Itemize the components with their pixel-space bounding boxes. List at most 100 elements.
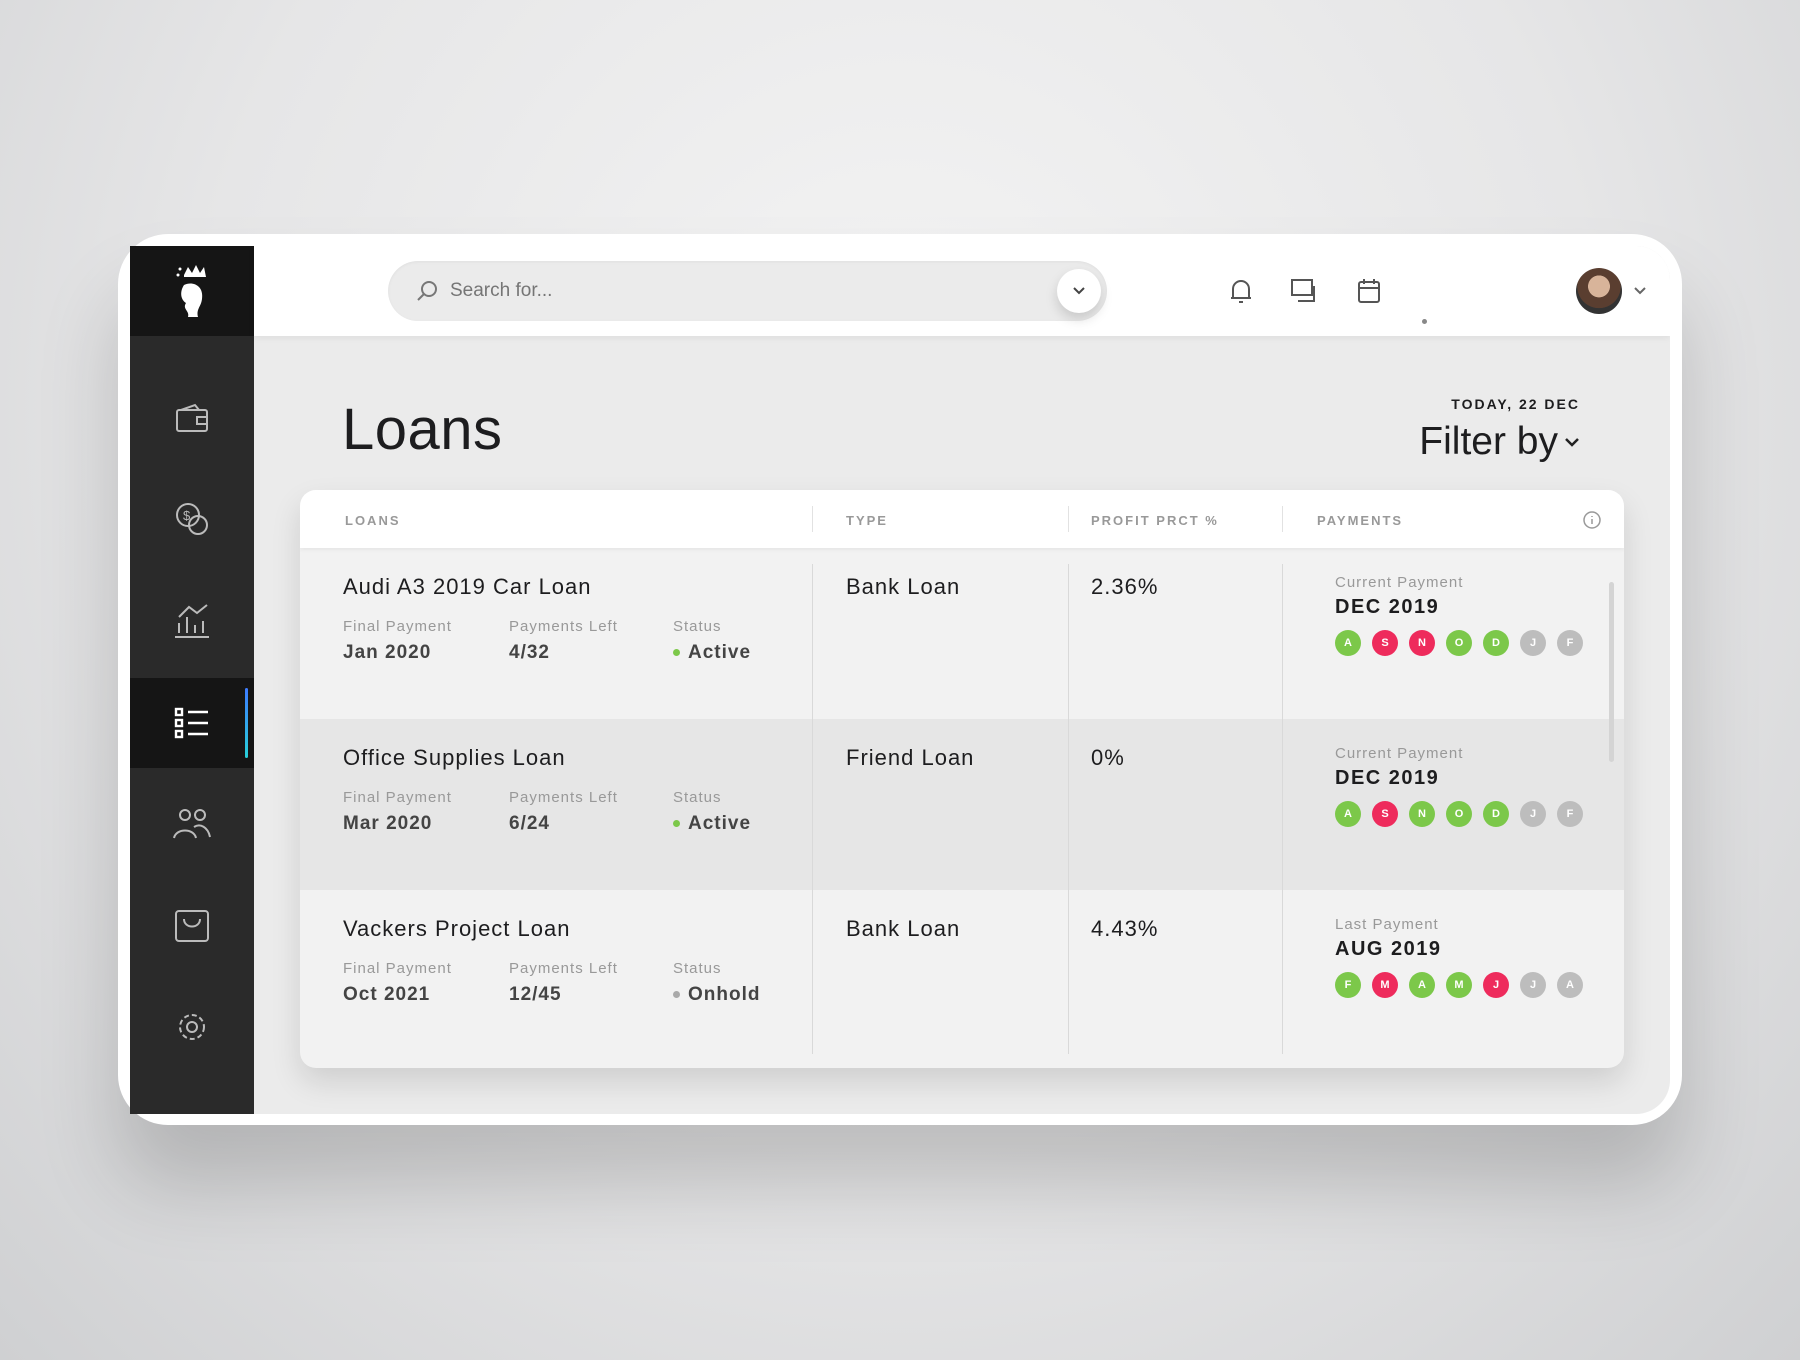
sidebar-item-users[interactable] bbox=[130, 779, 254, 869]
month-badge: N bbox=[1409, 630, 1435, 656]
sidebar-item-shop[interactable] bbox=[130, 881, 254, 971]
table-row[interactable]: Audi A3 2019 Car Loan Final Payment Paym… bbox=[300, 548, 1624, 719]
loans-table: LOANS TYPE PROFIT PRCT % PAYMENTS Audi A… bbox=[300, 490, 1624, 1068]
column-divider bbox=[1068, 564, 1069, 1054]
payments-left-label: Payments Left bbox=[509, 789, 618, 806]
column-divider bbox=[812, 564, 813, 1054]
status-text: Onhold bbox=[688, 984, 761, 1005]
column-header-profit[interactable]: PROFIT PRCT % bbox=[1091, 513, 1219, 528]
sidebar-item-coins[interactable]: $ bbox=[130, 474, 254, 564]
top-bar: + bbox=[254, 246, 1670, 336]
status-dot bbox=[673, 820, 680, 828]
month-badge: J bbox=[1520, 972, 1546, 998]
payments-left-value: 4/32 bbox=[509, 642, 550, 663]
column-header-loans[interactable]: LOANS bbox=[345, 513, 401, 528]
status-dot bbox=[673, 649, 680, 657]
month-badge: D bbox=[1483, 630, 1509, 656]
profit-percent: 0% bbox=[1091, 745, 1125, 770]
month-badge: A bbox=[1335, 801, 1361, 827]
payment-label: Current Payment bbox=[1335, 574, 1464, 591]
loan-type: Friend Loan bbox=[846, 745, 975, 770]
search-dropdown-button[interactable] bbox=[1057, 269, 1101, 313]
month-badge: A bbox=[1409, 972, 1435, 998]
loan-name[interactable]: Audi A3 2019 Car Loan bbox=[343, 574, 592, 600]
month-badge: S bbox=[1372, 630, 1398, 656]
chevron-down-icon[interactable] bbox=[1634, 287, 1646, 295]
month-badge: N bbox=[1409, 801, 1435, 827]
status-dot bbox=[673, 991, 680, 999]
search-icon bbox=[417, 281, 437, 301]
month-badge: F bbox=[1557, 630, 1583, 656]
final-payment-value: Jan 2020 bbox=[343, 642, 432, 663]
month-badge: J bbox=[1520, 630, 1546, 656]
coins-icon: $ bbox=[176, 503, 208, 535]
month-badge: M bbox=[1372, 972, 1398, 998]
month-badge: J bbox=[1520, 801, 1546, 827]
column-header-payments[interactable]: PAYMENTS bbox=[1317, 513, 1403, 528]
status-label: Status bbox=[673, 789, 722, 806]
chat-icon bbox=[1291, 279, 1315, 302]
status-badge: Onhold bbox=[673, 984, 760, 1006]
month-badge: F bbox=[1557, 801, 1583, 827]
avatar[interactable] bbox=[1576, 268, 1622, 314]
wallet-icon bbox=[176, 403, 208, 432]
sidebar-item-wallet[interactable] bbox=[130, 373, 254, 463]
bag-icon bbox=[175, 910, 209, 942]
logo[interactable] bbox=[130, 246, 254, 336]
final-payment-value: Mar 2020 bbox=[343, 813, 433, 834]
status-text: Active bbox=[688, 813, 752, 834]
divider bbox=[1068, 506, 1069, 532]
payments-left-label: Payments Left bbox=[509, 618, 618, 635]
payments-left-label: Payments Left bbox=[509, 960, 618, 977]
app-window: $ + Loans TODAY, 22 DEC Filter by LOANS … bbox=[130, 246, 1670, 1114]
sidebar: $ bbox=[130, 246, 254, 1114]
month-badge: M bbox=[1446, 972, 1472, 998]
payments-left-value: 6/24 bbox=[509, 813, 550, 834]
table-header: LOANS TYPE PROFIT PRCT % PAYMENTS bbox=[300, 490, 1624, 548]
status-label: Status bbox=[673, 960, 722, 977]
sidebar-item-settings[interactable] bbox=[130, 982, 254, 1072]
filter-by-dropdown[interactable]: Filter by bbox=[1419, 420, 1580, 464]
bell-icon bbox=[1231, 280, 1251, 303]
users-icon bbox=[173, 809, 211, 839]
today-date: TODAY, 22 DEC bbox=[1451, 396, 1580, 412]
profit-percent: 2.36% bbox=[1091, 574, 1159, 599]
loan-type: Bank Loan bbox=[846, 574, 961, 599]
filter-label: Filter by bbox=[1419, 420, 1558, 463]
payment-label: Last Payment bbox=[1335, 916, 1439, 933]
page-title: Loans bbox=[342, 397, 503, 462]
payment-months: ASNODJF bbox=[1335, 630, 1583, 656]
notifications-button[interactable] bbox=[1226, 276, 1256, 306]
loan-name[interactable]: Vackers Project Loan bbox=[343, 916, 570, 942]
table-row[interactable]: Vackers Project Loan Final Payment Payme… bbox=[300, 890, 1624, 1061]
sidebar-item-analytics[interactable] bbox=[130, 576, 254, 666]
scrollbar[interactable] bbox=[1609, 582, 1614, 762]
month-badge: D bbox=[1483, 801, 1509, 827]
status-badge: Active bbox=[673, 813, 751, 835]
chart-icon bbox=[175, 604, 209, 638]
svg-text:$: $ bbox=[183, 508, 191, 523]
final-payment-label: Final Payment bbox=[343, 960, 452, 977]
search-input[interactable] bbox=[450, 280, 1010, 302]
payment-label: Current Payment bbox=[1335, 745, 1464, 762]
messages-button[interactable] bbox=[1289, 276, 1319, 306]
status-text: Active bbox=[688, 642, 752, 663]
payment-value: DEC 2019 bbox=[1335, 596, 1440, 618]
payment-value: AUG 2019 bbox=[1335, 938, 1442, 960]
loan-name[interactable]: Office Supplies Loan bbox=[343, 745, 566, 771]
month-badge: O bbox=[1446, 801, 1472, 827]
payment-value: DEC 2019 bbox=[1335, 767, 1440, 789]
settings-icon bbox=[179, 1014, 205, 1040]
queen-logo-icon bbox=[176, 265, 206, 317]
table-row[interactable]: Office Supplies Loan Final Payment Payme… bbox=[300, 719, 1624, 890]
column-header-type[interactable]: TYPE bbox=[846, 513, 888, 528]
month-badge: A bbox=[1335, 630, 1361, 656]
info-icon[interactable] bbox=[1582, 510, 1602, 530]
loan-type: Bank Loan bbox=[846, 916, 961, 941]
final-payment-label: Final Payment bbox=[343, 618, 452, 635]
messages-indicator-dot bbox=[1422, 319, 1427, 324]
month-badge: F bbox=[1335, 972, 1361, 998]
divider bbox=[812, 506, 813, 532]
sidebar-item-loans[interactable] bbox=[130, 678, 254, 768]
calendar-button[interactable] bbox=[1354, 276, 1384, 306]
